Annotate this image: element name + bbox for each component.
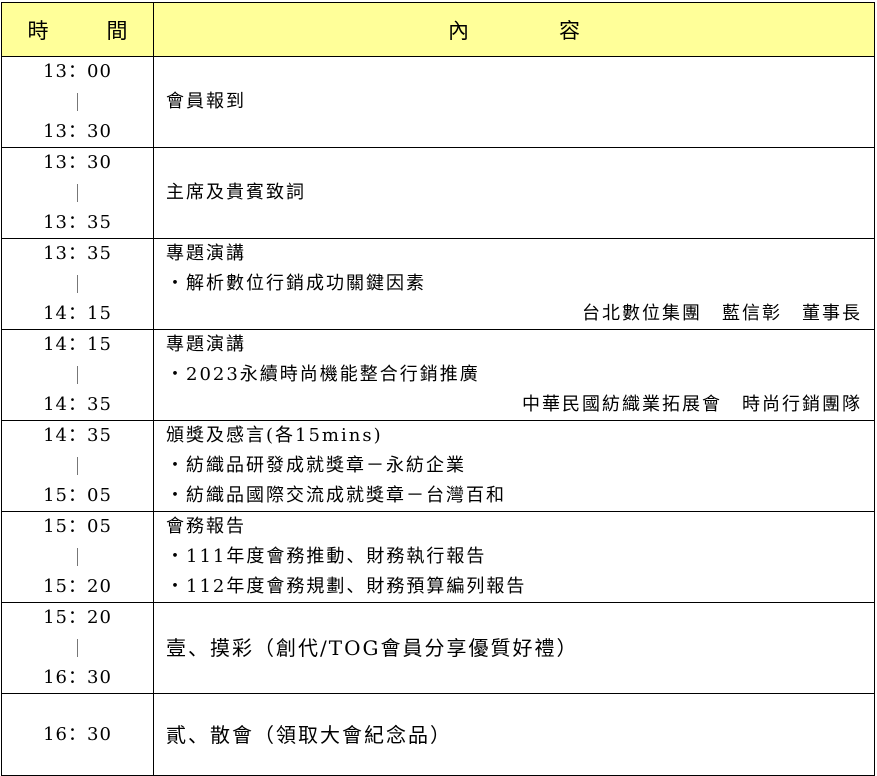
end-time: 14：15	[43, 303, 112, 324]
time-separator	[77, 457, 78, 475]
time-separator	[77, 275, 78, 293]
content-line: ・111年度會務推動、財務執行報告	[166, 546, 487, 567]
content-line: ・紡織品國際交流成就獎章－台灣百和	[166, 485, 506, 506]
time-cell: 16：30	[1, 693, 154, 776]
start-time: 13：30	[43, 152, 112, 173]
content-cell: 專題演講 ・2023永續時尚機能整合行銷推廣 中華民國紡織業拓展會 時尚行銷團隊	[153, 329, 875, 421]
end-time: 16：30	[43, 667, 112, 688]
start-time: 15：20	[43, 607, 112, 628]
time-separator	[77, 548, 78, 566]
header-time-char-1: 時	[27, 18, 49, 43]
time-cell: 13：30 13：35	[1, 147, 154, 239]
header-content-char-1: 內	[448, 18, 469, 43]
start-time: 13：00	[43, 61, 112, 82]
content-line: 會務報告	[166, 516, 246, 537]
header-content-char-2: 容	[559, 18, 580, 43]
time-separator	[77, 184, 78, 202]
speaker-line: 中華民國紡織業拓展會 時尚行銷團隊	[522, 394, 862, 415]
content-line: 主席及貴賓致詞	[166, 182, 306, 203]
start-time: 14：15	[43, 334, 112, 355]
agenda-table: 時 間 內 容 13：00 13：30 會員報到 13：30 13：35 主席及…	[1, 2, 875, 776]
content-cell: 會員報到	[153, 56, 875, 148]
end-time: 15：05	[43, 485, 112, 506]
content-cell: 會務報告 ・111年度會務推動、財務執行報告 ・112年度會務規劃、財務預算編列…	[153, 511, 875, 603]
table-row: 13：35 14：15 專題演講 ・解析數位行銷成功關鍵因素 台北數位集團 藍信…	[1, 238, 875, 330]
time-cell: 13：00 13：30	[1, 56, 154, 148]
start-time: 15：05	[43, 516, 112, 537]
end-time: 14：35	[43, 394, 112, 415]
header-time: 時 間	[1, 2, 154, 57]
header-content: 內 容	[153, 2, 875, 57]
table-row: 13：00 13：30 會員報到	[1, 56, 875, 148]
end-time: 13：30	[43, 121, 112, 142]
time-cell: 13：35 14：15	[1, 238, 154, 330]
header-row: 時 間 內 容	[1, 2, 875, 57]
header-time-char-2: 間	[106, 18, 128, 43]
table-row: 14：15 14：35 專題演講 ・2023永續時尚機能整合行銷推廣 中華民國紡…	[1, 329, 875, 421]
content-cell: 專題演講 ・解析數位行銷成功關鍵因素 台北數位集團 藍信彰 董事長	[153, 238, 875, 330]
content-cell: 貳、散會（領取大會紀念品）	[153, 693, 875, 776]
start-time: 14：35	[43, 425, 112, 446]
table-row: 15：20 16：30 壹、摸彩（創代/TOG會員分享優質好禮）	[1, 602, 875, 694]
time-cell: 14：15 14：35	[1, 329, 154, 421]
content-cell: 主席及貴賓致詞	[153, 147, 875, 239]
table-row: 13：30 13：35 主席及貴賓致詞	[1, 147, 875, 239]
content-line: ・紡織品研發成就獎章－永紡企業	[166, 455, 466, 476]
speaker-line: 台北數位集團 藍信彰 董事長	[582, 303, 862, 324]
content-cell: 壹、摸彩（創代/TOG會員分享優質好禮）	[153, 602, 875, 694]
content-line: 頒獎及感言(各15mins)	[166, 425, 383, 446]
content-line: ・112年度會務規劃、財務預算編列報告	[166, 576, 527, 597]
start-time: 13：35	[43, 243, 112, 264]
content-line: 會員報到	[166, 91, 246, 112]
end-time: 15：20	[43, 576, 112, 597]
content-line: 壹、摸彩（創代/TOG會員分享優質好禮）	[166, 636, 579, 660]
time-cell: 15：20 16：30	[1, 602, 154, 694]
content-line: 專題演講	[166, 243, 246, 264]
table-row: 16：30 貳、散會（領取大會紀念品）	[1, 693, 875, 776]
content-cell: 頒獎及感言(各15mins) ・紡織品研發成就獎章－永紡企業 ・紡織品國際交流成…	[153, 420, 875, 512]
time-cell: 14：35 15：05	[1, 420, 154, 512]
table-row: 15：05 15：20 會務報告 ・111年度會務推動、財務執行報告 ・112年…	[1, 511, 875, 603]
end-time: 13：35	[43, 212, 112, 233]
table-row: 14：35 15：05 頒獎及感言(各15mins) ・紡織品研發成就獎章－永紡…	[1, 420, 875, 512]
time-separator	[77, 93, 78, 111]
content-line: ・解析數位行銷成功關鍵因素	[166, 273, 426, 294]
content-line: ・2023永續時尚機能整合行銷推廣	[166, 364, 480, 385]
time-cell: 15：05 15：20	[1, 511, 154, 603]
content-line: 貳、散會（領取大會紀念品）	[166, 722, 452, 747]
content-line: 專題演講	[166, 334, 246, 355]
time-separator	[77, 639, 78, 657]
start-time: 16：30	[43, 723, 112, 745]
time-separator	[77, 366, 78, 384]
